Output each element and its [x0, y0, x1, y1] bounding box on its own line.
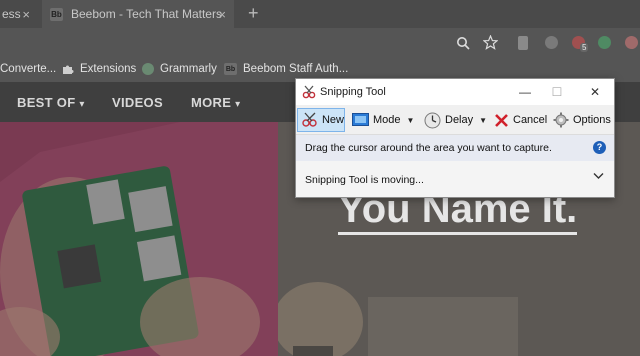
snipping-tool-titlebar[interactable]: Snipping Tool — ☐ ✕	[296, 79, 614, 105]
dropdown-arrow-icon[interactable]: ▼	[479, 116, 487, 125]
bookmark-label: Beebom Staff Auth...	[243, 63, 349, 75]
clock-icon	[424, 112, 441, 128]
chevron-down-icon: ▾	[79, 99, 85, 110]
maximize-button[interactable]: ☐	[542, 83, 572, 101]
mode-icon	[352, 113, 369, 126]
delay-button[interactable]: Delay ▼	[424, 108, 487, 132]
bookmark-label: Converte...	[0, 63, 57, 75]
grammarly-icon	[142, 63, 154, 75]
tab-beebom[interactable]: Bb Beebom - Tech That Matters ×	[42, 0, 234, 28]
star-icon[interactable]	[483, 35, 498, 50]
cancel-x-icon	[495, 113, 508, 127]
instruction-text: Drag the cursor around the area you want…	[305, 142, 552, 154]
zoom-icon[interactable]	[456, 36, 470, 50]
window-title: Snipping Tool	[320, 86, 386, 98]
extension-icon[interactable]	[518, 36, 528, 50]
nav-more[interactable]: MORE ▾	[191, 95, 240, 110]
screen: ess × Bb Beebom - Tech That Matters × + …	[0, 0, 640, 356]
bookmark-beebom-staff[interactable]: Bb Beebom Staff Auth...	[224, 63, 348, 75]
snipping-tool-window: Snipping Tool — ☐ ✕ New Mode ▼ Delay ▼ C…	[295, 78, 615, 198]
gear-icon	[553, 112, 569, 128]
minimize-button[interactable]: —	[510, 83, 540, 101]
extension-icon[interactable]	[625, 36, 638, 49]
help-icon[interactable]: ?	[593, 141, 606, 154]
extension-badge-count: 5	[580, 43, 589, 52]
bookmark-extensions[interactable]: Extensions	[62, 63, 136, 75]
new-snip-button[interactable]: New	[297, 108, 345, 132]
puzzle-icon	[63, 65, 74, 74]
raspberry-pi-illustration	[0, 122, 278, 356]
delay-label: Delay	[445, 114, 474, 126]
options-label: Options	[573, 114, 611, 126]
tab-title: ess	[2, 7, 21, 21]
close-button[interactable]: ✕	[580, 83, 610, 101]
new-label: New	[321, 114, 344, 126]
tab-title: Beebom - Tech That Matters	[71, 7, 222, 21]
bookmark-label: Grammarly	[160, 63, 217, 75]
hero-image-raspberry-pi	[0, 122, 278, 356]
snipping-toolbar: New Mode ▼ Delay ▼ Cancel Options	[296, 105, 614, 135]
cancel-button[interactable]: Cancel	[494, 108, 547, 132]
nav-best-of[interactable]: BEST OF ▾	[17, 95, 85, 110]
options-button[interactable]: Options	[553, 108, 611, 132]
instruction-bar: Drag the cursor around the area you want…	[296, 135, 614, 161]
new-tab-button[interactable]: +	[248, 3, 259, 24]
bookmark-grammarly[interactable]: Grammarly	[142, 63, 217, 75]
bookmark-label: Extensions	[80, 63, 137, 75]
scissors-icon	[302, 85, 316, 99]
tab-previous[interactable]: ess ×	[0, 0, 36, 28]
beebom-favicon-icon: Bb	[50, 7, 63, 21]
browser-tabstrip: ess × Bb Beebom - Tech That Matters × +	[0, 0, 640, 28]
chevron-down-icon[interactable]	[593, 172, 604, 180]
beebom-icon: Bb	[224, 63, 237, 75]
close-tab-icon[interactable]: ×	[22, 7, 30, 22]
chevron-down-icon: ▾	[235, 99, 241, 110]
nav-label: MORE	[191, 95, 232, 110]
nav-videos[interactable]: VIDEOS	[112, 95, 163, 110]
dropdown-arrow-icon[interactable]: ▼	[407, 116, 415, 125]
mode-button[interactable]: Mode ▼	[352, 108, 414, 132]
bookmark-converter[interactable]: Converte...	[0, 63, 56, 75]
cancel-label: Cancel	[513, 114, 548, 126]
browser-toolbar: 5	[0, 28, 640, 58]
nav-label: BEST OF	[17, 95, 76, 110]
close-tab-icon[interactable]: ×	[218, 7, 226, 22]
mode-label: Mode	[373, 114, 401, 126]
extension-icon[interactable]	[545, 36, 558, 49]
new-snip-icon	[302, 112, 317, 127]
status-text: Snipping Tool is moving...	[305, 174, 424, 186]
status-panel[interactable]: Snipping Tool is moving...	[296, 161, 614, 197]
grammarly-icon[interactable]	[598, 36, 611, 49]
